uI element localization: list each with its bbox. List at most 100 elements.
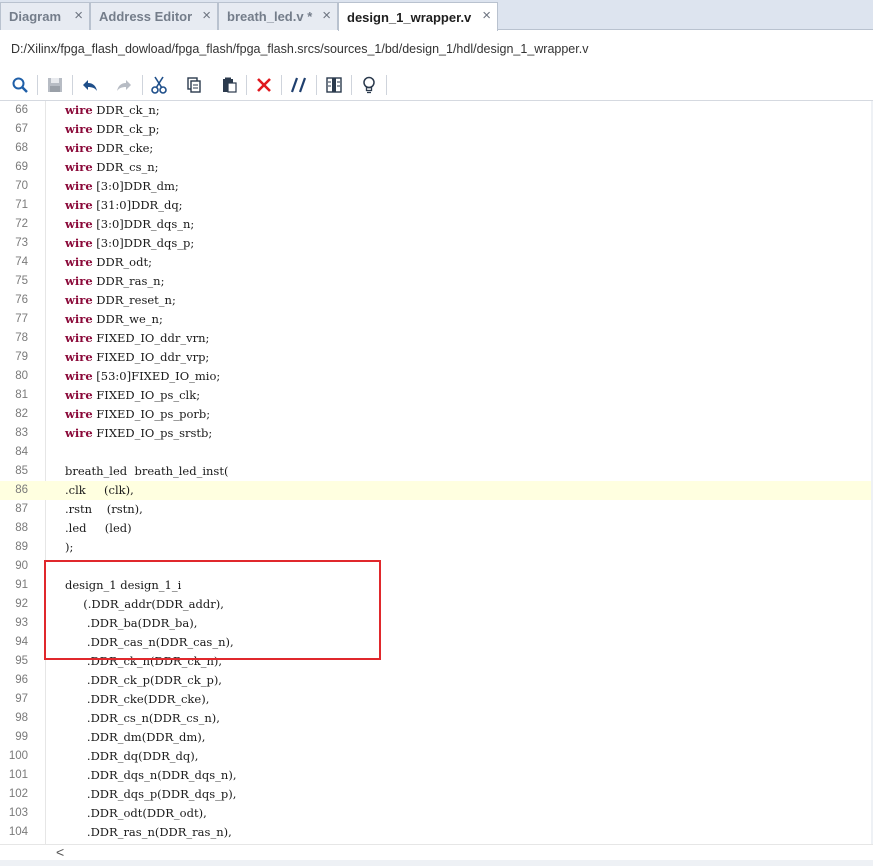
code-text: wire DDR_cs_n;: [65, 160, 159, 174]
code-line[interactable]: 76 wire DDR_reset_n;: [0, 291, 873, 310]
column-icon[interactable]: [324, 75, 344, 95]
delete-icon[interactable]: [254, 75, 274, 95]
code-text: .DDR_ck_p(DDR_ck_p),: [65, 673, 222, 687]
paste-icon[interactable]: [219, 75, 239, 95]
code-line[interactable]: 82 wire FIXED_IO_ps_porb;: [0, 405, 873, 424]
line-number: 91: [15, 579, 28, 591]
code-rest: DDR_odt;: [92, 255, 152, 269]
code-line[interactable]: 70 wire [3:0]DDR_dm;: [0, 177, 873, 196]
code-line[interactable]: 97 .DDR_cke(DDR_cke),: [0, 690, 873, 709]
code-line[interactable]: 80 wire [53:0]FIXED_IO_mio;: [0, 367, 873, 386]
tab-label: Diagram: [9, 9, 62, 24]
tab-design-1-wrapper[interactable]: design_1_wrapper.v ×: [338, 2, 498, 31]
scroll-left-icon[interactable]: <: [56, 844, 64, 860]
horizontal-scrollbar[interactable]: <: [0, 844, 873, 861]
code-rest: [53:0]FIXED_IO_mio;: [92, 369, 221, 383]
code-rest: .DDR_odt(DDR_odt),: [65, 806, 207, 820]
lightbulb-icon[interactable]: [359, 75, 379, 95]
code-rest: FIXED_IO_ps_clk;: [92, 388, 201, 402]
code-line[interactable]: 69 wire DDR_cs_n;: [0, 158, 873, 177]
code-line[interactable]: 89);: [0, 538, 873, 557]
code-line[interactable]: 103 .DDR_odt(DDR_odt),: [0, 804, 873, 823]
search-icon[interactable]: [10, 75, 30, 95]
code-line[interactable]: 85 breath_led breath_led_inst(: [0, 462, 873, 481]
code-editor[interactable]: 66 wire DDR_ck_n; 67 wire DDR_ck_p; 68 wire D…: [0, 101, 873, 844]
tab-address-editor[interactable]: Address Editor ×: [90, 2, 218, 30]
keyword: wire: [65, 350, 93, 364]
code-text: wire [3:0]DDR_dm;: [65, 179, 179, 193]
code-rest: FIXED_IO_ps_porb;: [92, 407, 211, 421]
code-line[interactable]: 84: [0, 443, 873, 462]
code-line[interactable]: 81 wire FIXED_IO_ps_clk;: [0, 386, 873, 405]
code-line[interactable]: 72 wire [3:0]DDR_dqs_n;: [0, 215, 873, 234]
code-line[interactable]: 66 wire DDR_ck_n;: [0, 101, 873, 120]
code-line[interactable]: 83 wire FIXED_IO_ps_srstb;: [0, 424, 873, 443]
code-text: .DDR_dm(DDR_dm),: [65, 730, 206, 744]
code-rest: DDR_cke;: [92, 141, 154, 155]
code-rest: DDR_cs_n;: [92, 160, 159, 174]
code-line[interactable]: 74 wire DDR_odt;: [0, 253, 873, 272]
line-number: 98: [15, 712, 28, 724]
code-line[interactable]: 71 wire [31:0]DDR_dq;: [0, 196, 873, 215]
line-number: 86: [15, 484, 28, 496]
code-text: .DDR_odt(DDR_odt),: [65, 806, 207, 820]
code-text: .DDR_dq(DDR_dq),: [65, 749, 198, 763]
code-rest: [31:0]DDR_dq;: [92, 198, 183, 212]
code-line[interactable]: 86 .clk (clk),: [0, 481, 873, 500]
code-line[interactable]: 77 wire DDR_we_n;: [0, 310, 873, 329]
save-icon[interactable]: [45, 75, 65, 95]
redo-icon[interactable]: [114, 75, 134, 95]
close-icon[interactable]: ×: [202, 8, 211, 24]
tab-breath-led[interactable]: breath_led.v * ×: [218, 2, 338, 30]
code-text: wire DDR_cke;: [65, 141, 153, 155]
code-line[interactable]: 102 .DDR_dqs_p(DDR_dqs_p),: [0, 785, 873, 804]
code-line[interactable]: 98 .DDR_cs_n(DDR_cs_n),: [0, 709, 873, 728]
tab-label: Address Editor: [99, 9, 193, 24]
code-line[interactable]: 100 .DDR_dq(DDR_dq),: [0, 747, 873, 766]
code-line[interactable]: 73 wire [3:0]DDR_dqs_p;: [0, 234, 873, 253]
close-icon[interactable]: ×: [74, 8, 83, 24]
keyword: wire: [65, 255, 93, 269]
keyword: wire: [65, 217, 93, 231]
line-number: 81: [15, 389, 28, 401]
line-number: 103: [8, 807, 28, 819]
keyword: wire: [65, 407, 93, 421]
code-line[interactable]: 75 wire DDR_ras_n;: [0, 272, 873, 291]
tab-diagram[interactable]: Diagram ×: [0, 2, 90, 30]
code-text: wire [31:0]DDR_dq;: [65, 198, 183, 212]
keyword: wire: [65, 388, 93, 402]
editor-tab-bar: Diagram × Address Editor × breath_led.v …: [0, 0, 873, 31]
keyword: wire: [65, 426, 93, 440]
code-text: wire [53:0]FIXED_IO_mio;: [65, 369, 220, 383]
close-icon[interactable]: ×: [482, 8, 491, 24]
keyword: wire: [65, 312, 93, 326]
line-number: 77: [15, 313, 28, 325]
copy-icon[interactable]: [184, 75, 204, 95]
code-rest: .DDR_ck_p(DDR_ck_p),: [65, 673, 222, 687]
undo-icon[interactable]: [80, 75, 100, 95]
line-number: 70: [15, 180, 28, 192]
cut-icon[interactable]: [149, 75, 169, 95]
keyword: wire: [65, 141, 93, 155]
code-line[interactable]: 78 wire FIXED_IO_ddr_vrn;: [0, 329, 873, 348]
code-rest: DDR_we_n;: [92, 312, 163, 326]
file-path-bar: D:/Xilinx/fpga_flash_dowload/fpga_flash/…: [0, 31, 873, 69]
code-line[interactable]: 68 wire DDR_cke;: [0, 139, 873, 158]
code-line[interactable]: 87 .rstn (rstn),: [0, 500, 873, 519]
line-number: 101: [8, 769, 28, 781]
code-line[interactable]: 88 .led (led): [0, 519, 873, 538]
annotation-box: [44, 560, 381, 660]
keyword: wire: [65, 331, 93, 345]
code-line[interactable]: 96 .DDR_ck_p(DDR_ck_p),: [0, 671, 873, 690]
code-text: .DDR_dqs_p(DDR_dqs_p),: [65, 787, 236, 801]
code-line[interactable]: 101 .DDR_dqs_n(DDR_dqs_n),: [0, 766, 873, 785]
line-number: 99: [15, 731, 28, 743]
close-icon[interactable]: ×: [322, 8, 331, 24]
code-text: .DDR_cke(DDR_cke),: [65, 692, 209, 706]
code-line[interactable]: 99 .DDR_dm(DDR_dm),: [0, 728, 873, 747]
code-line[interactable]: 67 wire DDR_ck_p;: [0, 120, 873, 139]
comment-icon[interactable]: [289, 75, 309, 95]
code-line[interactable]: 79 wire FIXED_IO_ddr_vrp;: [0, 348, 873, 367]
keyword: wire: [65, 293, 93, 307]
code-line[interactable]: 104 .DDR_ras_n(DDR_ras_n),: [0, 823, 873, 842]
